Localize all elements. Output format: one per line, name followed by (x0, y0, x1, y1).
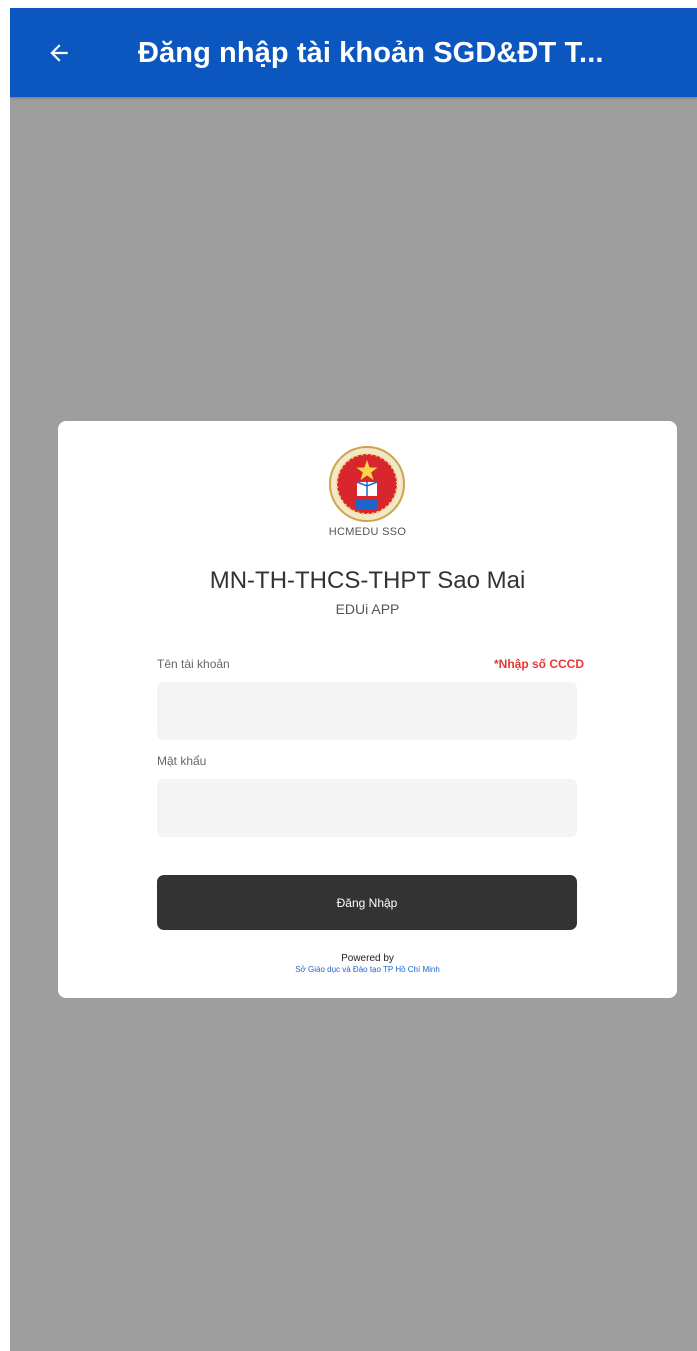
username-input[interactable] (157, 682, 577, 740)
page-title: Đăng nhập tài khoản SGD&ĐT T... (138, 37, 604, 69)
login-card: HCMEDU SSO MN-TH-THCS-THPT Sao Mai EDUi … (58, 421, 677, 998)
sso-label: HCMEDU SSO (328, 526, 407, 538)
app-name: EDUi APP (335, 601, 400, 617)
powered-by-link[interactable]: Sở Giáo dục và Đào tạo TP Hồ Chí Minh (58, 965, 677, 974)
app-bar: Đăng nhập tài khoản SGD&ĐT T... (10, 8, 697, 97)
password-label: Mật khẩu (157, 754, 207, 768)
screen: Đăng nhập tài khoản SGD&ĐT T... HCMEDU S… (10, 8, 697, 1351)
powered-by-label: Powered by (341, 953, 394, 964)
password-input[interactable] (157, 779, 577, 837)
username-label: Tên tài khoản (157, 657, 230, 671)
username-hint: *Nhập số CCCD (493, 657, 584, 671)
arrow-left-icon (50, 44, 68, 62)
login-button[interactable]: Đăng Nhập (157, 875, 577, 930)
back-button[interactable] (36, 30, 82, 76)
school-name: MN-TH-THCS-THPT Sao Mai (209, 567, 526, 594)
hcmedu-seal-logo (329, 446, 405, 522)
